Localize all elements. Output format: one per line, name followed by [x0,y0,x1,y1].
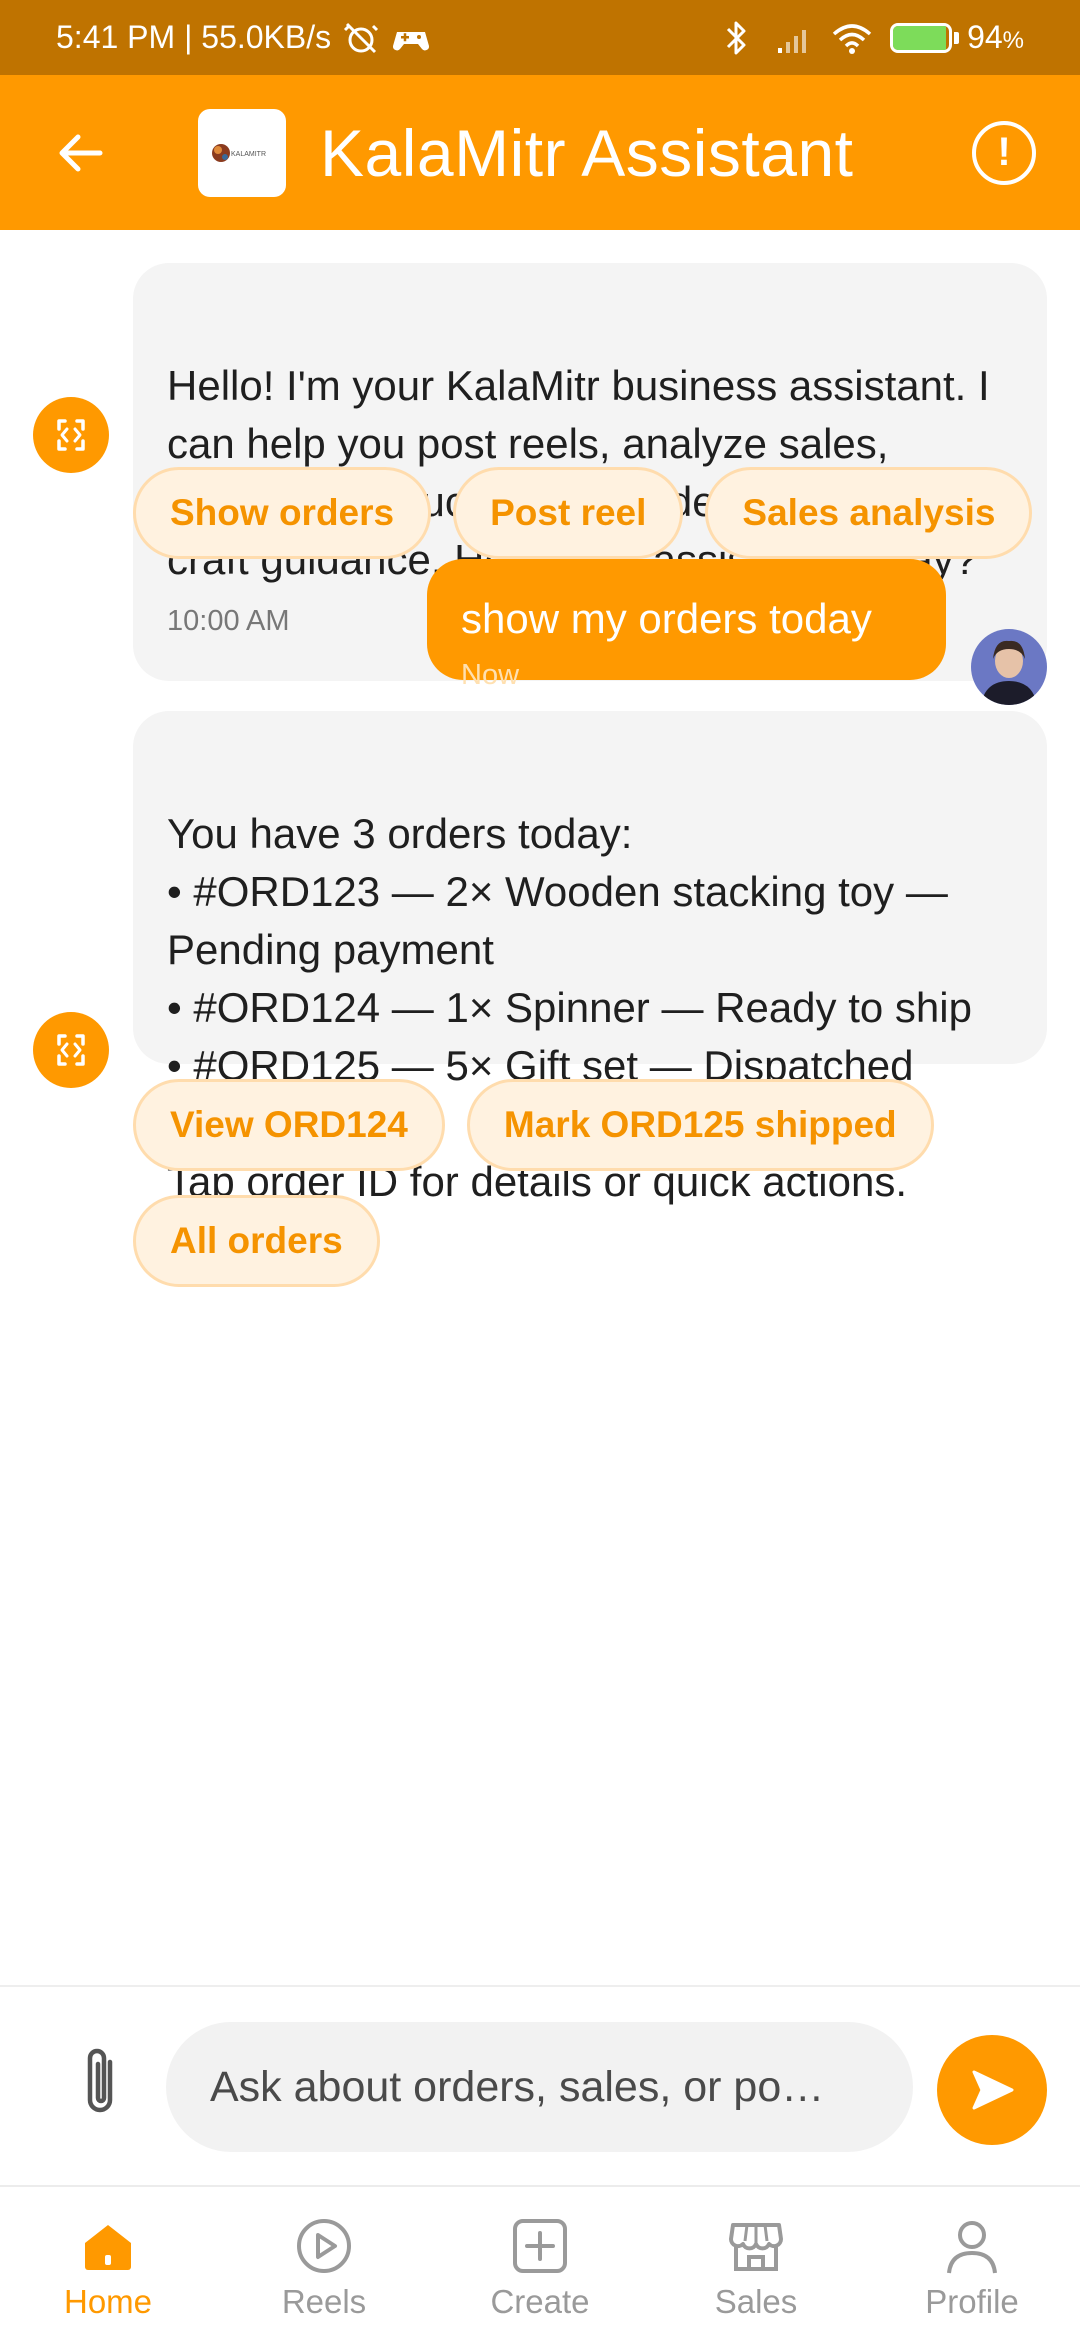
chip-all-orders[interactable]: All orders [133,1195,380,1287]
wifi-icon [832,23,872,54]
message-text: show my orders today [461,595,872,642]
status-bar: 5:41 PM | 55.0KB/s 94% [0,0,1080,75]
nav-item-sales[interactable]: Sales [648,2187,864,2340]
user-avatar-image [971,629,1047,705]
suggestion-chips-1: Show orders Post reel Sales analysis [133,467,1053,559]
svg-text:KALAMITR: KALAMITR [231,151,266,158]
chip-mark-ord125-shipped[interactable]: Mark ORD125 shipped [466,1079,934,1171]
avatar [971,629,1047,705]
message-time: Now [461,659,520,691]
kalamitr-logo-icon: KALAMITR [212,143,266,162]
assistant-icon [57,419,85,451]
storefront-icon [728,2223,784,2271]
battery-tip [954,31,960,44]
nav-item-home[interactable]: Home [0,2187,216,2340]
battery-icon [890,22,953,53]
message-input-container[interactable] [166,2022,913,2152]
status-time: 5:41 PM | 55.0KB/s [56,19,332,55]
app-logo: KALAMITR [198,108,286,197]
bot-avatar [33,397,109,473]
chip-show-orders[interactable]: Show orders [133,467,432,559]
bluetooth-icon [727,21,746,54]
message-input[interactable] [210,2062,869,2112]
paperclip-icon [87,2048,113,2113]
bot-avatar [33,1012,109,1088]
back-button[interactable] [44,117,116,189]
chip-view-ord124[interactable]: View ORD124 [133,1079,445,1171]
battery-indicator: 94% [890,19,1024,56]
arrow-left-icon [59,134,103,171]
chip-sales-analysis[interactable]: Sales analysis [705,467,1033,559]
game-controller-icon [393,31,430,50]
nav-item-create[interactable]: Create [432,2187,648,2340]
info-icon: ! [997,130,1011,174]
assistant-icon [57,1034,85,1066]
nav-item-reels[interactable]: Reels [216,2187,432,2340]
bot-message: You have 3 orders today: • #ORD123 — 2× … [133,711,1047,1259]
nav-label: Profile [925,2283,1019,2320]
send-button[interactable] [937,2035,1047,2145]
play-circle-icon [297,2219,351,2273]
status-right: 94% [716,19,1024,56]
home-icon [85,2225,131,2270]
message-composer [0,1985,1080,2185]
info-button[interactable]: ! [972,120,1036,185]
page-title: KalaMitr Assistant [320,115,854,190]
add-box-icon [513,2219,567,2273]
nav-label: Reels [281,2283,367,2320]
nav-item-profile[interactable]: Profile [864,2187,1080,2340]
person-icon [947,2221,997,2274]
user-message: show my orders today Now [427,559,946,691]
nav-label: Sales [714,2283,798,2320]
alarm-off-icon [344,22,379,53]
send-icon [972,2070,1014,2110]
chip-post-reel[interactable]: Post reel [453,467,684,559]
bottom-navigation: Home Reels Create Sales Profile [0,2185,1080,2340]
attach-button[interactable] [72,2042,132,2122]
signal-icon [778,29,807,53]
status-left: 5:41 PM | 55.0KB/s [56,19,431,56]
nav-label: Home [63,2283,153,2320]
app-bar: KALAMITR KalaMitr Assistant ! [0,75,1080,230]
suggestion-chips-2: View ORD124 Mark ORD125 shipped All orde… [133,1079,1053,1287]
nav-label: Create [490,2283,590,2320]
battery-percent: 94% [967,19,1024,55]
chat-thread[interactable]: Hello! I'm your KalaMitr business assist… [0,230,1080,1985]
battery-fill [893,25,946,50]
